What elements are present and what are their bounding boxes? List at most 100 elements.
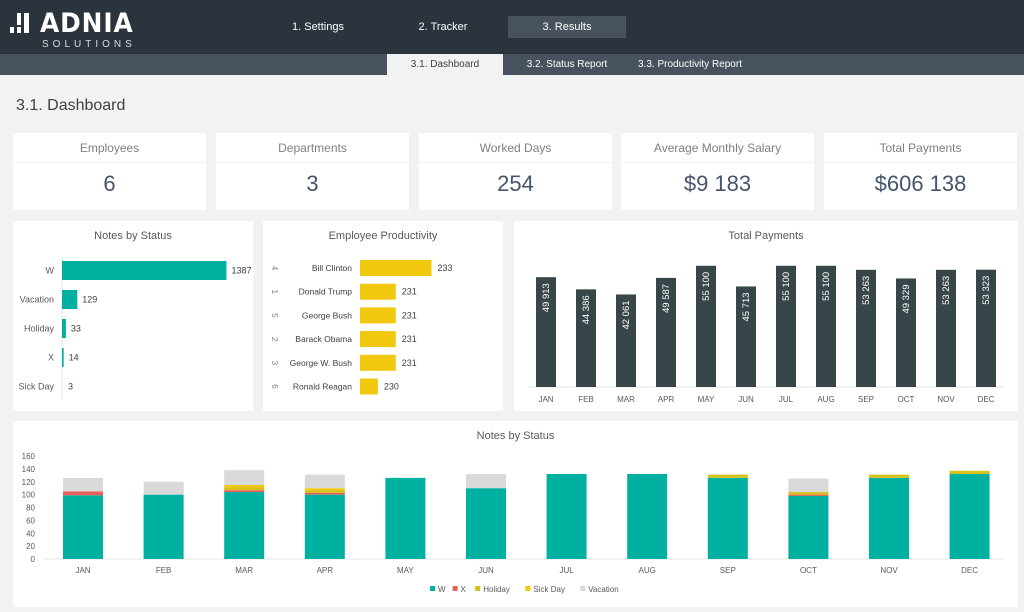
data-label: 231: [402, 334, 417, 344]
y-tick-label: 140: [22, 465, 36, 474]
bar-segment-w: [385, 477, 426, 559]
bar: [62, 319, 66, 338]
category-label: DEC: [978, 395, 995, 404]
data-label: 1387: [231, 266, 251, 276]
bar-segment-sick-day: [224, 484, 265, 488]
kpi-average-monthly-salary: Average Monthly Salary $9 183: [621, 133, 814, 210]
data-label: 49 913: [541, 283, 552, 312]
category-label: JUN: [738, 395, 754, 404]
rank-label: 3: [270, 361, 279, 366]
kpi-value: 6: [103, 171, 116, 196]
data-label: 231: [402, 310, 417, 320]
category-label: SEP: [720, 566, 736, 575]
bar-segment-w: [143, 494, 184, 559]
employee-productivity-panel: Employee Productivity 4 Bill Clinton 233 1 D…: [263, 221, 503, 411]
kpi-value: $9 183: [683, 171, 752, 196]
category-label: MAY: [397, 566, 414, 575]
bar-segment-x: [224, 490, 265, 493]
bar-segment-w: [707, 477, 748, 559]
y-tick-label: 60: [26, 516, 35, 525]
category-label: W: [46, 266, 55, 276]
data-label: 45 713: [741, 292, 752, 321]
legend-swatch: [452, 586, 458, 591]
legend-label: Holiday: [483, 585, 510, 594]
category-label: JAN: [538, 395, 553, 404]
bar: [360, 307, 396, 324]
category-label: APR: [317, 566, 334, 575]
subnav-status-report[interactable]: 3.2. Status Report: [511, 54, 623, 75]
category-label: JUL: [559, 566, 574, 575]
category-label: George Bush: [302, 310, 352, 320]
rank-label: 2: [270, 337, 279, 342]
kpi-label: Total Payments: [824, 133, 1017, 163]
bar-segment-w: [224, 492, 265, 559]
bar-segment-holiday: [869, 474, 909, 478]
subnav-productivity-report[interactable]: 3.3. Productivity Report: [630, 54, 750, 75]
kpi-total-payments: Total Payments $606 138: [824, 133, 1017, 210]
kpi-employees: Employees 6: [13, 133, 206, 210]
bar-segment-vacation: [224, 470, 265, 485]
kpi-worked-days: Worked Days 254: [419, 133, 612, 210]
data-label: 53 263: [941, 276, 952, 305]
bar-segment-w: [546, 474, 587, 559]
category-label: Ronald Reagan: [293, 382, 352, 392]
legend-label: W: [438, 585, 446, 594]
category-label: FEB: [578, 395, 594, 404]
category-label: JAN: [75, 566, 90, 575]
data-label: 53 323: [981, 276, 992, 305]
rank-label: 4: [270, 266, 279, 271]
data-label: 49 587: [661, 284, 672, 313]
rank-label: 6: [270, 384, 279, 389]
top-nav-bar: ADNIA SOLUTIONS 1. Settings 2. Tracker 3…: [0, 0, 1024, 54]
legend-label: X: [461, 585, 467, 594]
data-label: 3: [68, 382, 73, 392]
rank-label: 1: [270, 289, 279, 294]
category-label: AUG: [817, 395, 834, 404]
kpi-label: Employees: [13, 133, 206, 163]
data-label: 55 100: [781, 272, 792, 301]
bar: [360, 260, 432, 276]
category-label: Sick Day: [18, 382, 54, 392]
bar-segment-holiday: [949, 470, 990, 475]
notes-by-status-summary-chart: W 1387 Vacation 129 Holiday 33 X 14 Sick Day 3: [18, 257, 251, 400]
y-tick-label: 0: [31, 555, 36, 564]
bar-segment-holiday: [788, 492, 829, 495]
bar-segment-x: [788, 494, 829, 496]
bar: [62, 348, 64, 367]
data-label: 14: [69, 353, 79, 363]
bar-segment-vacation: [143, 481, 184, 495]
y-tick-label: 40: [26, 529, 35, 538]
logo: ADNIA SOLUTIONS: [10, 8, 133, 52]
category-label: FEB: [156, 566, 172, 575]
category-label: MAY: [698, 395, 715, 404]
nav-tracker[interactable]: 2. Tracker: [384, 16, 502, 38]
data-label: 33: [71, 324, 81, 334]
nav-settings[interactable]: 1. Settings: [259, 16, 377, 38]
category-label: Barack Obama: [295, 334, 352, 344]
category-label: Bill Clinton: [312, 263, 352, 273]
kpi-value: 3: [306, 171, 319, 196]
data-label: 231: [402, 287, 417, 297]
kpi-label: Worked Days: [419, 133, 612, 163]
category-label: NOV: [880, 566, 898, 575]
legend-swatch: [580, 586, 586, 591]
kpi-value: 254: [497, 171, 534, 196]
category-label: JUN: [478, 566, 494, 575]
category-label: X: [48, 353, 54, 363]
bar: [360, 331, 396, 348]
subnav-dashboard[interactable]: 3.1. Dashboard: [387, 54, 503, 75]
category-label: APR: [658, 395, 675, 404]
bar-segment-holiday: [707, 474, 748, 478]
data-label: 230: [384, 382, 399, 392]
bar-segment-sick-day: [304, 488, 345, 491]
bar-segment-w: [949, 474, 990, 559]
data-label: 53 263: [861, 276, 872, 305]
bar-segment-w: [869, 477, 909, 559]
category-label: AUG: [639, 566, 656, 575]
bar: [360, 283, 396, 300]
bar-segment-w: [788, 495, 829, 559]
bar-segment-w: [63, 495, 103, 559]
category-label: Holiday: [24, 324, 55, 334]
nav-results[interactable]: 3. Results: [508, 16, 626, 38]
bar-segment-x: [63, 491, 103, 496]
